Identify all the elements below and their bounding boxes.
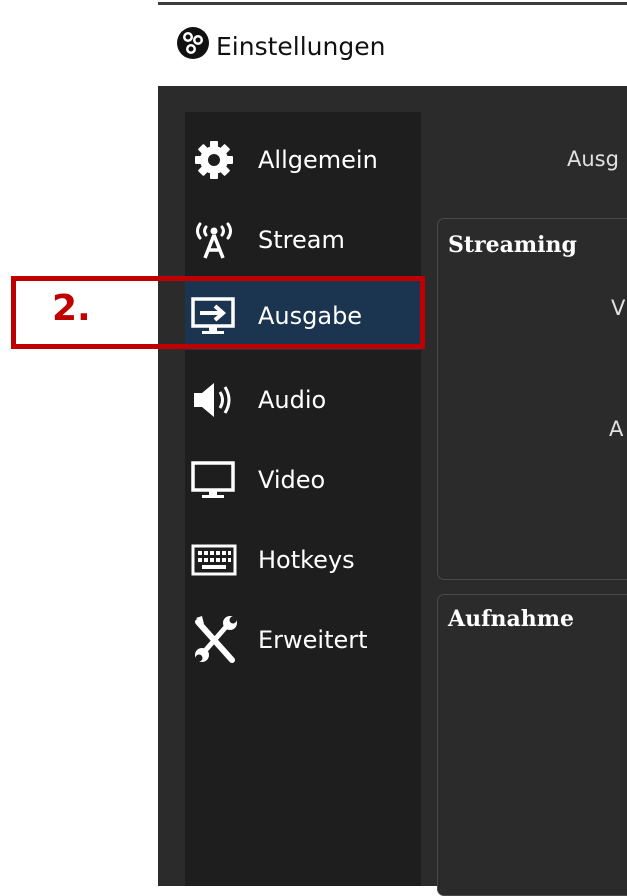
gear-icon: [195, 141, 233, 179]
annotation-step-number: 2.: [52, 288, 91, 329]
sidebar-item-video[interactable]: Video: [185, 446, 421, 514]
sidebar-item-label: Audio: [258, 386, 327, 414]
sidebar-item-audio[interactable]: Audio: [185, 366, 421, 434]
tools-icon: [195, 616, 237, 663]
sidebar-item-label: Stream: [258, 226, 345, 254]
sidebar-item-label: Video: [258, 466, 326, 494]
sidebar-item-label: Hotkeys: [258, 546, 355, 574]
window-title: Einstellungen: [216, 32, 386, 61]
title-bar: Einstellungen: [158, 6, 627, 86]
window-top-border: [158, 2, 627, 5]
recording-groupbox: [437, 594, 627, 896]
output-mode-label: Ausg: [567, 147, 619, 171]
monitor-icon: [191, 461, 235, 498]
obs-logo-icon: [177, 27, 209, 59]
sidebar-item-stream[interactable]: Stream: [185, 206, 421, 274]
recording-group-title: Aufnahme: [448, 606, 575, 632]
antenna-icon: [196, 222, 232, 259]
sidebar-item-label: Allgemein: [258, 146, 378, 174]
sidebar-item-erweitert[interactable]: Erweitert: [185, 606, 421, 674]
streaming-groupbox: [437, 218, 627, 580]
streaming-field-label-a: A: [609, 417, 624, 441]
streaming-field-label-v: V: [611, 296, 626, 320]
streaming-group-title: Streaming: [448, 232, 577, 258]
sidebar-item-hotkeys[interactable]: Hotkeys: [185, 526, 421, 594]
sidebar-item-label: Erweitert: [258, 626, 368, 654]
keyboard-icon: [191, 544, 237, 576]
speaker-icon: [194, 383, 231, 417]
sidebar-item-allgemein[interactable]: Allgemein: [185, 126, 421, 194]
